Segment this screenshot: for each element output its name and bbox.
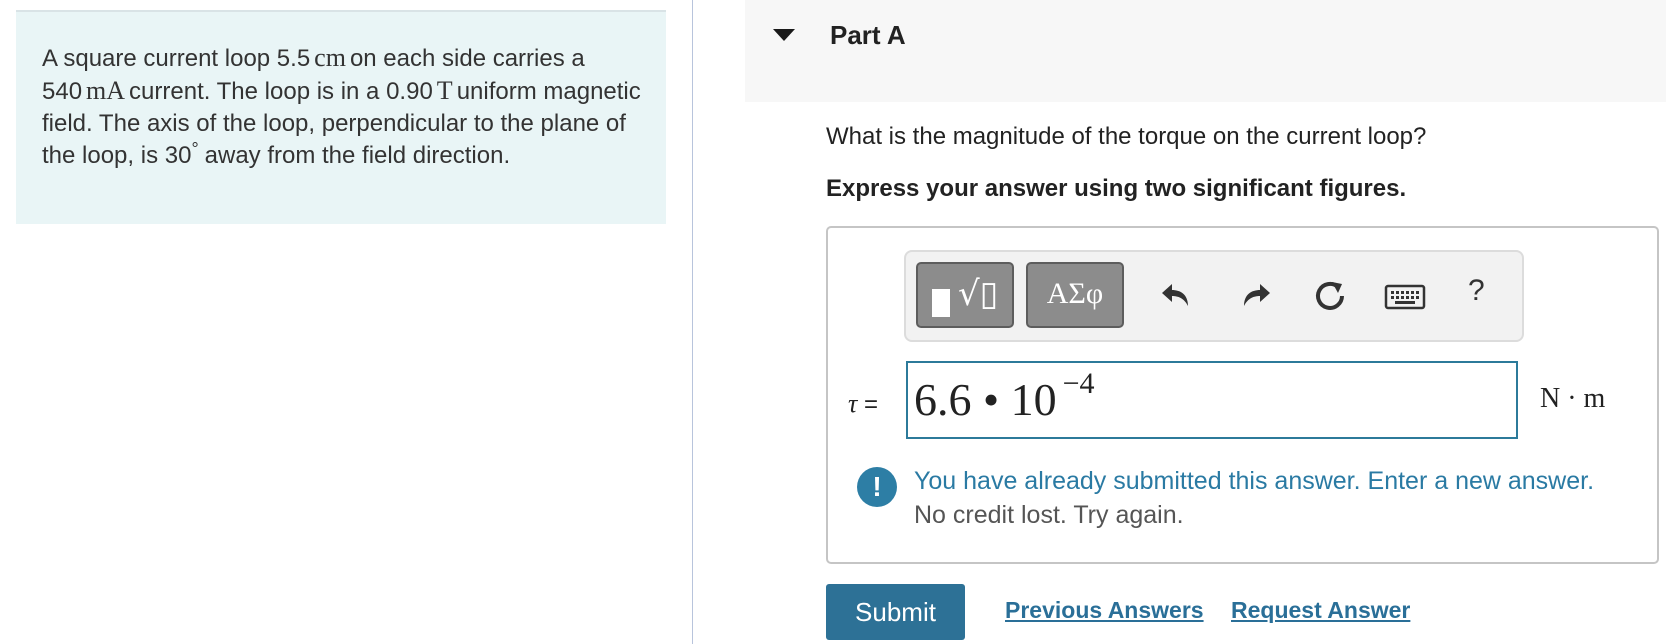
problem-text-part: current. The loop is in a 0.90 (129, 78, 433, 105)
request-answer-link[interactable]: Request Answer (1231, 597, 1410, 624)
greek-symbols-button[interactable]: ΑΣφ (1026, 262, 1124, 328)
help-icon[interactable]: ? (1468, 274, 1485, 308)
problem-text-part: away from the field direction. (204, 142, 511, 169)
templates-sqrt-icon (932, 289, 950, 317)
degree-symbol: ° (191, 139, 199, 159)
feedback-note: No credit lost. Try again. (914, 501, 1184, 529)
question-text: What is the magnitude of the torque on t… (826, 123, 1427, 150)
math-toolbar: √▯ ΑΣφ ? (904, 250, 1524, 342)
unit-cm: cm (314, 43, 346, 72)
problem-text-part: A square current loop 5.5 (42, 45, 311, 72)
unit-ma: mA (86, 76, 126, 105)
sqrt-box-icon: √▯ (958, 274, 999, 314)
alert-icon: ! (857, 467, 897, 507)
feedback-message: You have already submitted this answer. … (914, 467, 1595, 495)
answer-value: 6.6 • 10 −4 (914, 367, 1095, 426)
instruction-text: Express your answer using two significan… (826, 175, 1407, 202)
answer-mantissa: 6.6 • 10 (914, 374, 1057, 425)
undo-icon[interactable] (1158, 276, 1198, 316)
page: A square current loop 5.5 cm on each side … (0, 0, 1666, 644)
tau-symbol: τ (848, 389, 858, 418)
problem-text: A square current loop 5.5 cm on each side … (42, 42, 642, 173)
column-divider (692, 0, 693, 644)
submit-button[interactable]: Submit (826, 584, 965, 640)
problem-statement: A square current loop 5.5 cm on each side … (16, 10, 666, 224)
answer-unit: N · m (1540, 383, 1606, 414)
keyboard-icon[interactable] (1384, 276, 1428, 316)
equals-sign: = (863, 391, 878, 418)
answer-variable-label: τ = (848, 389, 878, 419)
part-title: Part A (830, 20, 906, 50)
redo-icon[interactable] (1234, 276, 1274, 316)
reset-icon[interactable] (1310, 276, 1350, 316)
collapse-caret-icon[interactable] (773, 29, 795, 41)
answer-input[interactable]: 6.6 • 10 −4 (906, 361, 1518, 439)
part-header[interactable]: Part A (745, 0, 1666, 102)
previous-answers-link[interactable]: Previous Answers (1005, 597, 1204, 624)
unit-t: T (436, 76, 453, 105)
answer-exponent: −4 (1062, 367, 1095, 400)
templates-button[interactable]: √▯ (916, 262, 1014, 328)
